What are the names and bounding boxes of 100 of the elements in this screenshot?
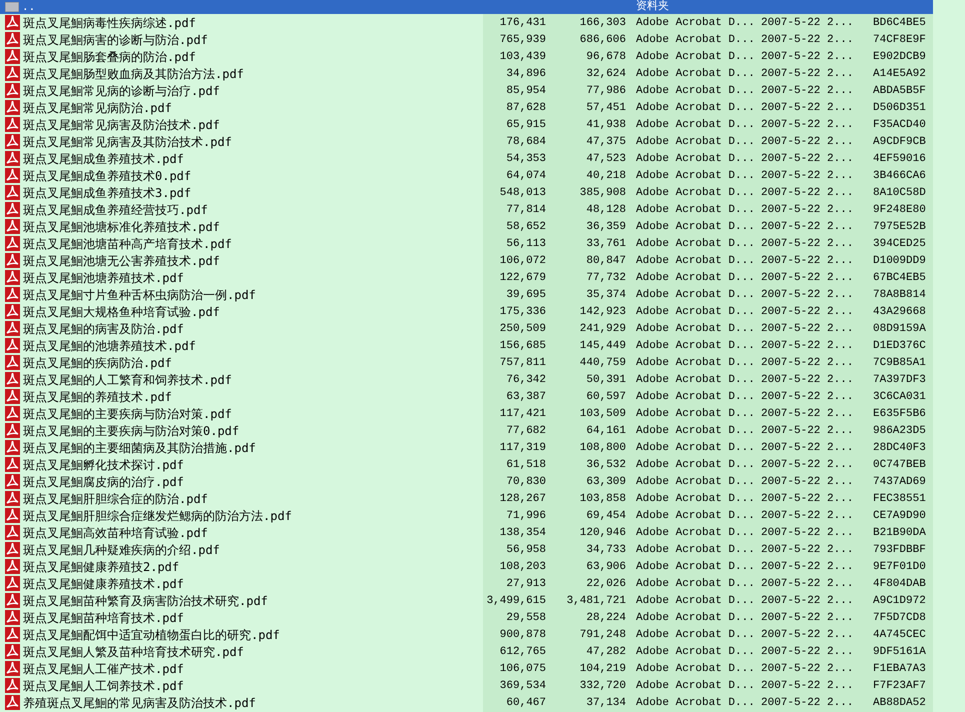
file-row[interactable]: 斑点叉尾鮰大规格鱼种培育试验.pdf 175,336 142,923 Adobe Acrobat D... 2007-5-22 2... 43A29668 <box>0 303 933 320</box>
file-row[interactable]: 斑点叉尾鮰几种疑难疾病的介绍.pdf 56,958 34,733 Adobe Acrobat D... 2007-5-22 2... 793FDBBF <box>0 541 933 558</box>
file-row[interactable]: 斑点叉尾鮰的主要细菌病及其防治措施.pdf 117,319 108,800 Adobe Acrobat D... 2007-5-22 2... 28DC40F3 <box>0 439 933 456</box>
file-row[interactable]: 斑点叉尾鮰的池塘养殖技术.pdf 156,685 145,449 Adobe Acrobat D... 2007-5-22 2... D1ED376C <box>0 337 933 354</box>
file-row[interactable]: 斑点叉尾鮰高效苗种培育试验.pdf 138,354 120,946 Adobe Acrobat D... 2007-5-22 2... B21B90DA <box>0 524 933 541</box>
file-name: 斑点叉尾鮰成鱼养殖技术.pdf <box>23 152 184 166</box>
file-row[interactable]: 斑点叉尾鮰人繁及苗种培育技术研究.pdf 612,765 47,282 Adobe Acrobat D... 2007-5-22 2... 9DF5161A <box>0 643 933 660</box>
file-name: 斑点叉尾鮰的病害及防治.pdf <box>23 322 184 336</box>
crc-value: 7A397DF3 <box>872 374 927 386</box>
file-row[interactable]: 养殖斑点叉尾鮰的常见病害及防治技术.pdf 60,467 37,134 Adobe Acrobat D... 2007-5-22 2... AB88DA52 <box>0 694 933 711</box>
crc-value: 7F5D7CD8 <box>872 612 927 624</box>
file-row[interactable]: 斑点叉尾鮰肠型败血病及其防治方法.pdf 34,896 32,624 Adobe Acrobat D... 2007-5-22 2... A14E5A92 <box>0 65 933 82</box>
file-name: 斑点叉尾鮰池塘养殖技术.pdf <box>23 270 184 284</box>
modified-date: 2007-5-22 2... <box>761 220 854 232</box>
file-size: 60,467 <box>505 696 546 708</box>
crc-value: ABDA5B5F <box>872 84 927 96</box>
file-row[interactable]: .. 资料夹 <box>0 0 933 14</box>
file-row[interactable]: 斑点叉尾鮰池塘标准化养殖技术.pdf 58,652 36,359 Adobe Acrobat D... 2007-5-22 2... 7975E52B <box>0 218 933 235</box>
file-name: 斑点叉尾鮰肝胆综合症继发烂鳃病的防治方法.pdf <box>23 508 292 522</box>
file-row[interactable]: 斑点叉尾鮰配饵中适宜动植物蛋白比的研究.pdf 900,878 791,248 Adobe Acrobat D... 2007-5-22 2... 4A745CEC <box>0 626 933 643</box>
file-name: 斑点叉尾鮰常见病害及其防治技术.pdf <box>23 134 232 148</box>
file-name: 斑点叉尾鮰苗种培育技术.pdf <box>23 610 184 624</box>
file-row[interactable]: 斑点叉尾鮰病害的诊断与防治.pdf 765,939 686,606 Adobe Acrobat D... 2007-5-22 2... 74CF8E9F <box>0 31 933 48</box>
file-row[interactable]: 斑点叉尾鮰的主要疾病与防治对策.pdf 117,421 103,509 Adobe Acrobat D... 2007-5-22 2... E635F5B6 <box>0 405 933 422</box>
packed-size: 241,929 <box>578 322 626 334</box>
file-name: 斑点叉尾鮰肠型败血病及其防治方法.pdf <box>23 66 244 80</box>
file-row[interactable]: 斑点叉尾鮰成鱼养殖技术3.pdf 548,013 385,908 Adobe Acrobat D... 2007-5-22 2... 8A10C58D <box>0 184 933 201</box>
crc-value: 4A745CEC <box>872 628 927 640</box>
file-size: 29,558 <box>505 612 546 624</box>
pdf-file-icon <box>5 338 20 353</box>
file-size: 369,534 <box>498 680 546 692</box>
crc-value: 67BC4EB5 <box>872 272 927 284</box>
packed-size: 77,732 <box>585 272 626 284</box>
file-row[interactable]: 斑点叉尾鮰孵化技术探讨.pdf 61,518 36,532 Adobe Acrobat D... 2007-5-22 2... 0C747BEB <box>0 456 933 473</box>
file-row[interactable]: 斑点叉尾鮰成鱼养殖经营技巧.pdf 77,814 48,128 Adobe Acrobat D... 2007-5-22 2... 9F248E80 <box>0 201 933 218</box>
pdf-file-icon <box>5 15 20 30</box>
file-row[interactable]: 斑点叉尾鮰池塘苗种高产培育技术.pdf 56,113 33,761 Adobe Acrobat D... 2007-5-22 2... 394CED25 <box>0 235 933 252</box>
modified-date: 2007-5-22 2... <box>761 50 854 62</box>
pdf-file-icon <box>5 661 20 676</box>
file-type: Adobe Acrobat D... <box>635 118 756 130</box>
file-size: 56,958 <box>505 544 546 556</box>
packed-size: 63,906 <box>585 560 626 572</box>
file-size: 900,878 <box>498 628 546 640</box>
file-row[interactable]: 斑点叉尾鮰常见病害及其防治技术.pdf 78,684 47,375 Adobe Acrobat D... 2007-5-22 2... A9CDF9CB <box>0 133 933 150</box>
file-size: 765,939 <box>498 34 546 46</box>
file-row[interactable]: 斑点叉尾鮰肝胆综合症的防治.pdf 128,267 103,858 Adobe Acrobat D... 2007-5-22 2... FEC38551 <box>0 490 933 507</box>
file-size: 103,439 <box>498 50 546 62</box>
file-type: Adobe Acrobat D... <box>635 170 756 182</box>
pdf-file-icon <box>5 287 20 302</box>
file-row[interactable]: 斑点叉尾鮰的主要疾病与防治对策0.pdf 77,682 64,161 Adobe Acrobat D... 2007-5-22 2... 986A23D5 <box>0 422 933 439</box>
pdf-file-icon <box>5 423 20 438</box>
pdf-file-icon <box>5 83 20 98</box>
file-row[interactable]: 斑点叉尾鮰病毒性疾病综述.pdf 176,431 166,303 Adobe Acrobat D... 2007-5-22 2... BD6C4BE5 <box>0 14 933 31</box>
file-row[interactable]: 斑点叉尾鮰常见病防治.pdf 87,628 57,451 Adobe Acrobat D... 2007-5-22 2... D506D351 <box>0 99 933 116</box>
file-row[interactable]: 斑点叉尾鮰池塘无公害养殖技术.pdf 106,072 80,847 Adobe Acrobat D... 2007-5-22 2... D1009DD9 <box>0 252 933 269</box>
file-row[interactable]: 斑点叉尾鮰常见病害及防治技术.pdf 65,915 41,938 Adobe Acrobat D... 2007-5-22 2... F35ACD40 <box>0 116 933 133</box>
file-name: .. <box>22 1 36 13</box>
modified-date: 2007-5-22 2... <box>761 476 854 488</box>
file-name: 斑点叉尾鮰病害的诊断与防治.pdf <box>23 32 208 46</box>
modified-date: 2007-5-22 2... <box>761 408 854 420</box>
file-row[interactable]: 斑点叉尾鮰健康养殖技2.pdf 108,203 63,906 Adobe Acrobat D... 2007-5-22 2... 9E7F01D0 <box>0 558 933 575</box>
modified-date: 2007-5-22 2... <box>761 340 854 352</box>
file-row[interactable]: 斑点叉尾鮰肠套叠病的防治.pdf 103,439 96,678 Adobe Acrobat D... 2007-5-22 2... E902DCB9 <box>0 48 933 65</box>
file-row[interactable]: 斑点叉尾鮰腐皮病的治疗.pdf 70,830 63,309 Adobe Acrobat D... 2007-5-22 2... 7437AD69 <box>0 473 933 490</box>
file-row[interactable]: 斑点叉尾鮰寸片鱼种舌杯虫病防治一例.pdf 39,695 35,374 Adobe Acrobat D... 2007-5-22 2... 78A8B814 <box>0 286 933 303</box>
crc-value: 74CF8E9F <box>872 34 927 46</box>
packed-size: 33,761 <box>585 238 626 250</box>
file-row[interactable]: 斑点叉尾鮰成鱼养殖技术.pdf 54,353 47,523 Adobe Acrobat D... 2007-5-22 2... 4EF59016 <box>0 150 933 167</box>
crc-value: D506D351 <box>872 102 927 114</box>
modified-date: 2007-5-22 2... <box>761 102 854 114</box>
file-type: Adobe Acrobat D... <box>635 68 756 80</box>
file-name: 斑点叉尾鮰肠套叠病的防治.pdf <box>23 50 196 64</box>
file-size: 54,353 <box>505 152 546 164</box>
file-row[interactable]: 斑点叉尾鮰常见病的诊断与治疗.pdf 85,954 77,986 Adobe Acrobat D... 2007-5-22 2... ABDA5B5F <box>0 82 933 99</box>
file-type: Adobe Acrobat D... <box>635 628 756 640</box>
packed-size: 791,248 <box>578 628 626 640</box>
file-row[interactable]: 斑点叉尾鮰的人工繁育和饲养技术.pdf 76,342 50,391 Adobe Acrobat D... 2007-5-22 2... 7A397DF3 <box>0 371 933 388</box>
file-type: Adobe Acrobat D... <box>635 662 756 674</box>
file-type: Adobe Acrobat D... <box>635 288 756 300</box>
file-size: 138,354 <box>498 526 546 538</box>
pdf-file-icon <box>5 117 20 132</box>
file-row[interactable]: 斑点叉尾鮰苗种培育技术.pdf 29,558 28,224 Adobe Acrobat D... 2007-5-22 2... 7F5D7CD8 <box>0 609 933 626</box>
file-size: 76,342 <box>505 374 546 386</box>
file-row[interactable]: 斑点叉尾鮰肝胆综合症继发烂鳃病的防治方法.pdf 71,996 69,454 Adobe Acrobat D... 2007-5-22 2... CE7A9D90 <box>0 507 933 524</box>
file-row[interactable]: 斑点叉尾鮰人工催产技术.pdf 106,075 104,219 Adobe Acrobat D... 2007-5-22 2... F1EBA7A3 <box>0 660 933 677</box>
modified-date: 2007-5-22 2... <box>761 288 854 300</box>
crc-value: BD6C4BE5 <box>872 16 927 28</box>
file-row[interactable]: 斑点叉尾鮰人工饲养技术.pdf 369,534 332,720 Adobe Acrobat D... 2007-5-22 2... F7F23AF7 <box>0 677 933 694</box>
modified-date: 2007-5-22 2... <box>761 458 854 470</box>
file-row[interactable]: 斑点叉尾鮰苗种繁育及病害防治技术研究.pdf 3,499,615 3,481,721 Adobe Acrobat D... 2007-5-22 2... A9C1D972 <box>0 592 933 609</box>
crc-value: D1ED376C <box>872 340 927 352</box>
file-row[interactable]: 斑点叉尾鮰池塘养殖技术.pdf 122,679 77,732 Adobe Acrobat D... 2007-5-22 2... 67BC4EB5 <box>0 269 933 286</box>
file-row[interactable]: 斑点叉尾鮰的病害及防治.pdf 250,509 241,929 Adobe Acrobat D... 2007-5-22 2... 08D9159A <box>0 320 933 337</box>
file-type: Adobe Acrobat D... <box>635 152 756 164</box>
file-row[interactable]: 斑点叉尾鮰的养殖技术.pdf 63,387 60,597 Adobe Acrobat D... 2007-5-22 2... 3C6CA031 <box>0 388 933 405</box>
file-row[interactable]: 斑点叉尾鮰的疾病防治.pdf 757,811 440,759 Adobe Acrobat D... 2007-5-22 2... 7C9B85A1 <box>0 354 933 371</box>
file-row[interactable]: 斑点叉尾鮰成鱼养殖技术0.pdf 64,074 40,218 Adobe Acrobat D... 2007-5-22 2... 3B466CA6 <box>0 167 933 184</box>
file-row[interactable]: 斑点叉尾鮰健康养殖技术.pdf 27,913 22,026 Adobe Acrobat D... 2007-5-22 2... 4F804DAB <box>0 575 933 592</box>
packed-size: 145,449 <box>578 340 626 352</box>
file-size: 39,695 <box>505 288 546 300</box>
